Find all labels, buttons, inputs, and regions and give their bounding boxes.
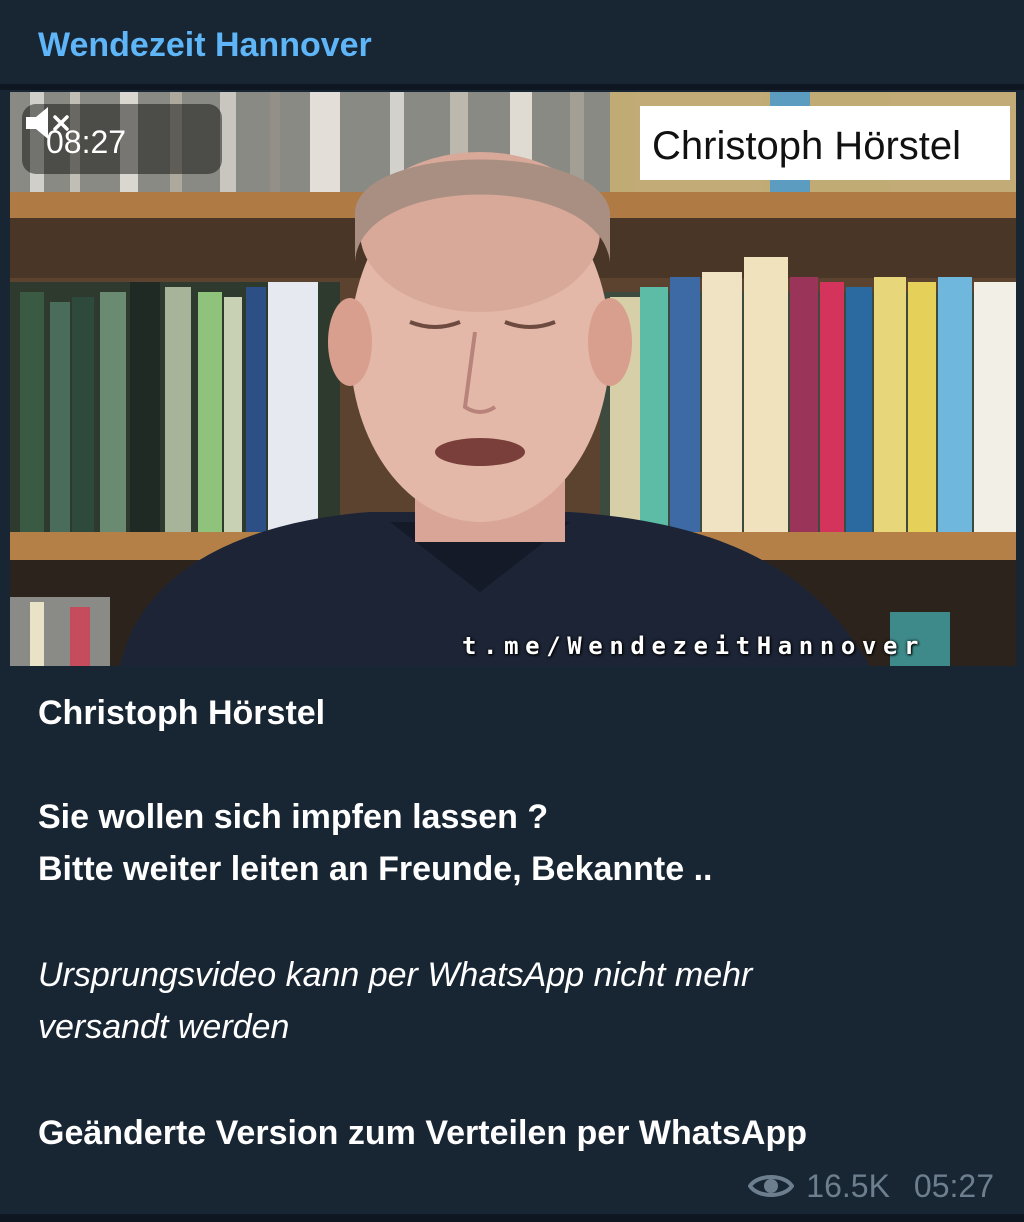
channel-name[interactable]: Wendezeit Hannover bbox=[38, 26, 372, 65]
speaker-muted-icon[interactable] bbox=[22, 104, 72, 142]
caption-title: Christoph Hörstel bbox=[38, 694, 326, 732]
channel-header: Wendezeit Hannover bbox=[0, 0, 1024, 86]
caption-line: Geänderte Version zum Verteilen per What… bbox=[38, 1114, 807, 1152]
post-meta: 16.5K 05:27 bbox=[748, 1166, 994, 1206]
caption-line: Bitte weiter leiten an Freunde, Bekannte… bbox=[38, 850, 713, 888]
eye-icon bbox=[748, 1175, 795, 1197]
caption-italic-line: versandt werden bbox=[38, 1008, 290, 1046]
video-name-overlay: Christoph Hörstel bbox=[640, 106, 1010, 180]
video-watermark: t.me/WendezeitHannover bbox=[462, 632, 926, 660]
divider bbox=[0, 1214, 1024, 1222]
video-duration-badge: 08:27 bbox=[22, 104, 222, 174]
video-player[interactable]: 08:27 Christoph Hörstel t.me/WendezeitHa… bbox=[10, 92, 1016, 666]
view-count: 16.5K bbox=[806, 1167, 890, 1204]
caption-line: Sie wollen sich impfen lassen ? bbox=[38, 798, 549, 836]
post-time: 05:27 bbox=[913, 1167, 994, 1204]
caption-italic-line: Ursprungsvideo kann per WhatsApp nicht m… bbox=[38, 956, 753, 994]
divider bbox=[0, 84, 1024, 90]
channel-post: Wendezeit Hannover 08:27 Christoph Hörst… bbox=[0, 0, 1024, 1222]
video-name-text: Christoph Hörstel bbox=[652, 124, 962, 168]
